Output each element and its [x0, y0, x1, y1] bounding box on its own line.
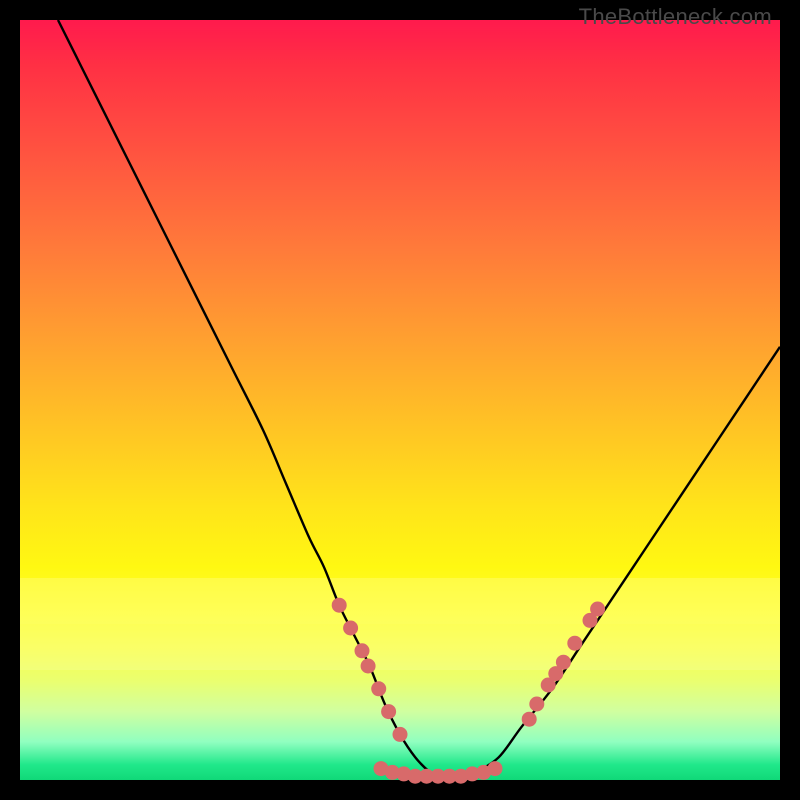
marker-dot [332, 598, 347, 613]
marker-dot [361, 659, 376, 674]
marker-dot [556, 655, 571, 670]
watermark-text: TheBottleneck.com [579, 4, 772, 30]
marker-dot [488, 761, 503, 776]
curve-layer [20, 20, 780, 780]
bottleneck-curve [58, 20, 780, 781]
marker-dot [567, 636, 582, 651]
marker-dot [590, 602, 605, 617]
marker-dot [522, 712, 537, 727]
marker-dot [381, 704, 396, 719]
marker-dot [355, 643, 370, 658]
marker-dot [343, 621, 358, 636]
curve-markers [332, 598, 605, 784]
chart-frame [20, 20, 780, 780]
marker-dot [393, 727, 408, 742]
marker-dot [529, 697, 544, 712]
marker-dot [371, 681, 386, 696]
